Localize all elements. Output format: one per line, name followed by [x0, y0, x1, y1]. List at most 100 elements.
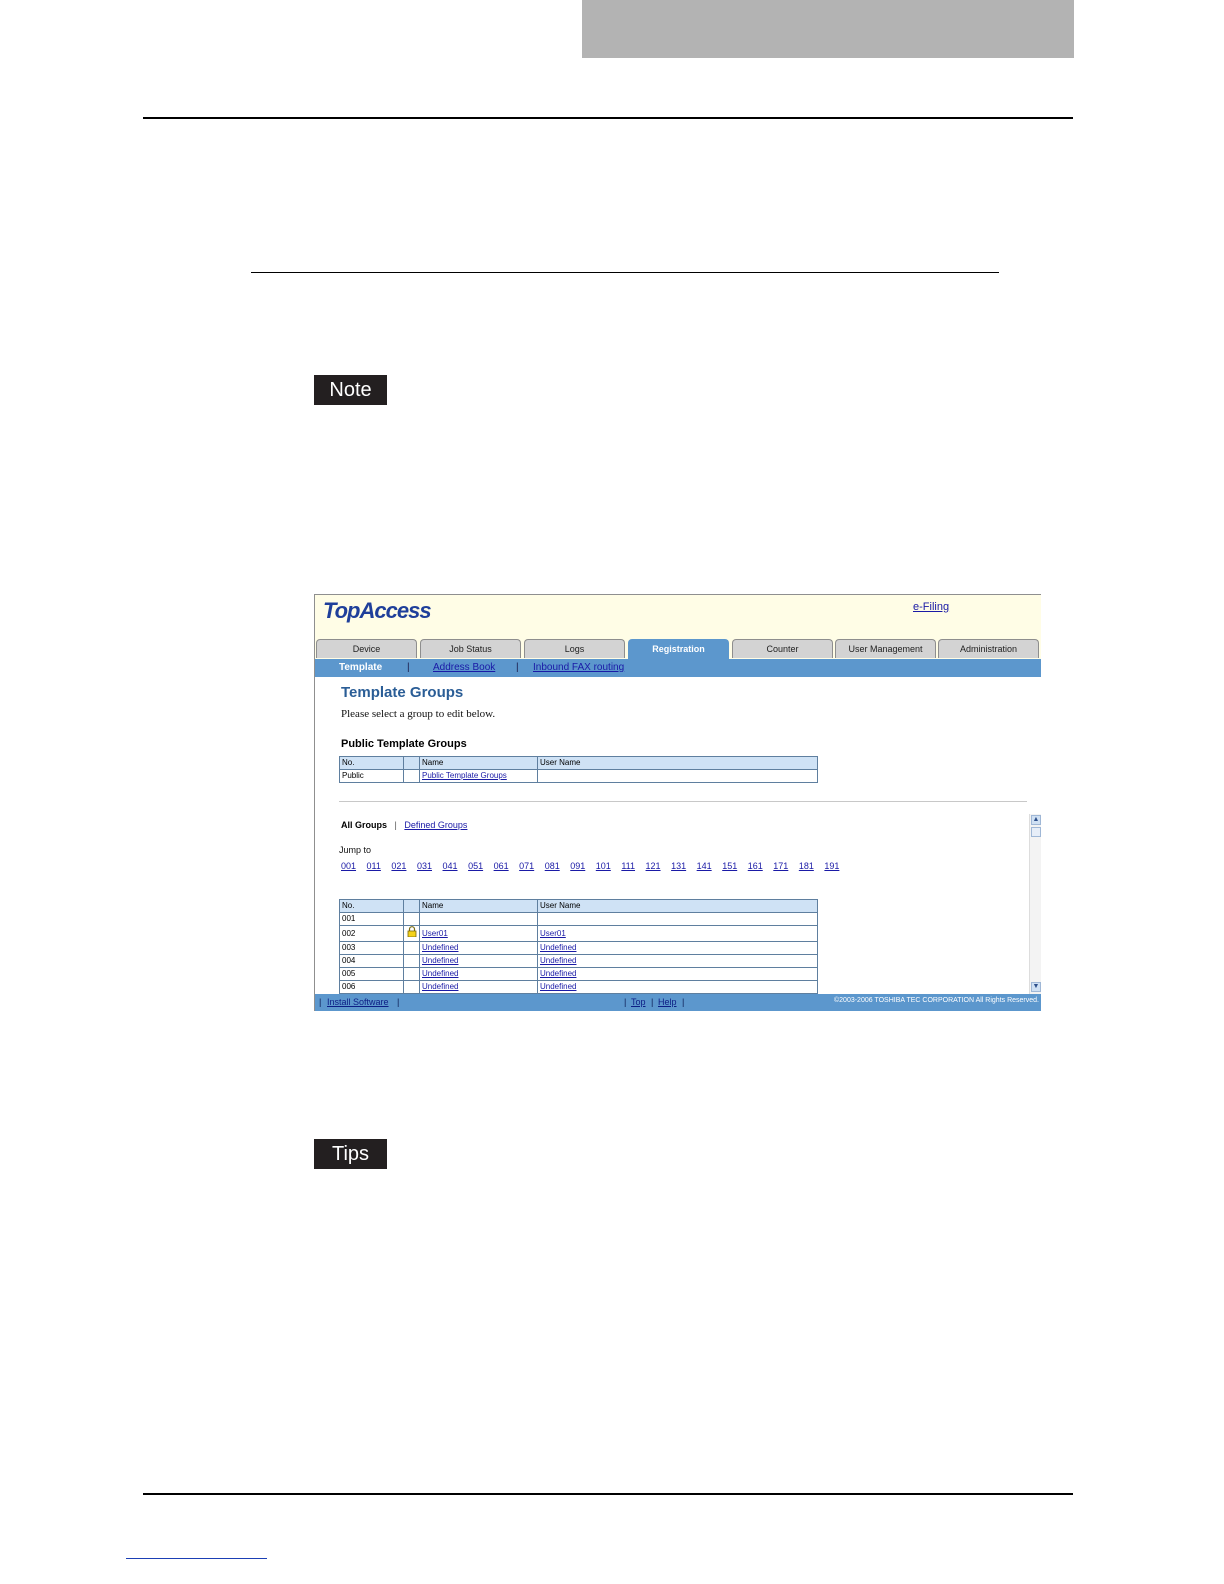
column-header-name: Name: [419, 756, 538, 770]
footer-separator: |: [682, 997, 685, 1007]
efiling-link[interactable]: e-Filing: [913, 601, 949, 613]
section-rule: [251, 272, 999, 273]
topaccess-footer: | Install Software | | Top | Help | ©200…: [315, 994, 1041, 1011]
table-row: 002 User01 User01: [339, 925, 818, 942]
jump-link[interactable]: 021: [391, 861, 406, 871]
table-row: Public Public Template Groups: [339, 769, 818, 783]
tab-counter[interactable]: Counter: [732, 639, 833, 658]
row-number: Public: [339, 769, 404, 783]
lock-cell: [403, 925, 420, 942]
subnav-template[interactable]: Template: [339, 662, 382, 673]
sub-navigation: Template | Address Book | Inbound FAX ro…: [315, 659, 1041, 677]
tab-job-status[interactable]: Job Status: [420, 639, 521, 658]
jump-link[interactable]: 091: [570, 861, 585, 871]
jump-link[interactable]: 071: [519, 861, 534, 871]
footer-separator: |: [651, 997, 654, 1007]
table-row: 005 Undefined Undefined: [339, 967, 818, 981]
help-link[interactable]: Help: [658, 997, 677, 1007]
jump-link[interactable]: 101: [596, 861, 611, 871]
jump-link[interactable]: 081: [545, 861, 560, 871]
footer-separator: |: [319, 997, 322, 1007]
top-link[interactable]: Top: [631, 997, 646, 1007]
group-user-link[interactable]: Undefined: [540, 969, 576, 978]
group-user-link[interactable]: Undefined: [540, 982, 576, 991]
row-number: 002: [339, 925, 404, 942]
tab-user-management[interactable]: User Management: [835, 639, 936, 658]
subnav-address-book[interactable]: Address Book: [433, 662, 495, 673]
tab-administration[interactable]: Administration: [938, 639, 1039, 658]
column-header-user-name: User Name: [537, 899, 818, 913]
jump-link[interactable]: 161: [748, 861, 763, 871]
lock-cell: [403, 980, 420, 994]
lock-cell: [403, 967, 420, 981]
table-header-row: No. Name User Name: [339, 756, 818, 770]
note-badge: Note: [314, 375, 387, 405]
jump-link[interactable]: 111: [621, 861, 635, 871]
public-groups-heading: Public Template Groups: [341, 738, 467, 750]
jump-link[interactable]: 121: [646, 861, 661, 871]
topaccess-screenshot: TopAccess e-Filing Device Job Status Log…: [314, 594, 1041, 1011]
group-user-link[interactable]: User01: [540, 929, 566, 938]
jump-link[interactable]: 191: [824, 861, 839, 871]
groups-table: No. Name User Name 001 002 User01 User01…: [339, 899, 818, 994]
jump-link[interactable]: 031: [417, 861, 432, 871]
lock-icon: [407, 926, 416, 938]
column-header-name: Name: [419, 899, 538, 913]
filter-separator: |: [394, 820, 397, 830]
subnav-separator: |: [516, 662, 519, 673]
group-user-link[interactable]: Undefined: [540, 956, 576, 965]
footer-separator: |: [624, 997, 627, 1007]
scroll-down-icon[interactable]: ▼: [1031, 982, 1041, 992]
jump-link[interactable]: 051: [468, 861, 483, 871]
table-row: 001: [339, 912, 818, 926]
group-name-link[interactable]: Undefined: [422, 969, 458, 978]
copyright-text: ©2003-2006 TOSHIBA TEC CORPORATION All R…: [834, 997, 1039, 1004]
row-number: 005: [339, 967, 404, 981]
group-user-link[interactable]: Undefined: [540, 943, 576, 952]
tab-logs[interactable]: Logs: [524, 639, 625, 658]
table-row: 003 Undefined Undefined: [339, 941, 818, 955]
lock-cell: [403, 954, 420, 968]
jump-link[interactable]: 041: [443, 861, 458, 871]
jump-to-links: 001 011 021 031 041 051 061 071 081 091 …: [341, 861, 847, 871]
footer-separator: |: [397, 997, 400, 1007]
tips-badge: Tips: [314, 1139, 387, 1169]
subnav-separator: |: [407, 662, 410, 673]
vertical-scrollbar[interactable]: ▲ ▼: [1029, 814, 1041, 994]
scroll-thumb[interactable]: [1031, 827, 1041, 837]
column-header-lock: [403, 756, 420, 770]
all-groups-filter[interactable]: All Groups: [341, 820, 387, 830]
tab-device[interactable]: Device: [316, 639, 417, 658]
row-user-name: [537, 769, 818, 783]
topaccess-logo: TopAccess: [323, 598, 432, 623]
group-name-link[interactable]: Undefined: [422, 943, 458, 952]
defined-groups-filter[interactable]: Defined Groups: [404, 820, 467, 830]
column-header-lock: [403, 899, 420, 913]
jump-link[interactable]: 061: [494, 861, 509, 871]
column-header-user-name: User Name: [537, 756, 818, 770]
bottom-rule: [143, 1493, 1073, 1495]
jump-link[interactable]: 151: [722, 861, 737, 871]
install-software-link[interactable]: Install Software: [327, 997, 389, 1007]
jump-link[interactable]: 141: [697, 861, 712, 871]
group-name-link[interactable]: Undefined: [422, 982, 458, 991]
group-name-link[interactable]: User01: [422, 929, 448, 938]
subnav-inbound-fax-routing[interactable]: Inbound FAX routing: [533, 662, 624, 673]
page-title: Template Groups: [341, 684, 464, 701]
table-row: 004 Undefined Undefined: [339, 954, 818, 968]
row-number: 006: [339, 980, 404, 994]
jump-link[interactable]: 001: [341, 861, 356, 871]
tab-registration[interactable]: Registration: [628, 639, 729, 659]
group-name-link[interactable]: Undefined: [422, 956, 458, 965]
scroll-up-icon[interactable]: ▲: [1031, 815, 1041, 825]
section-divider: [339, 801, 1027, 802]
topaccess-header: TopAccess e-Filing: [315, 595, 1041, 639]
top-rule: [143, 117, 1073, 119]
jump-link[interactable]: 011: [367, 861, 381, 871]
public-template-groups-link[interactable]: Public Template Groups: [422, 771, 507, 780]
jump-link[interactable]: 171: [773, 861, 788, 871]
page-instruction: Please select a group to edit below.: [341, 708, 496, 720]
jump-link[interactable]: 181: [799, 861, 814, 871]
footer-link-underline: [126, 1558, 267, 1559]
jump-link[interactable]: 131: [671, 861, 686, 871]
